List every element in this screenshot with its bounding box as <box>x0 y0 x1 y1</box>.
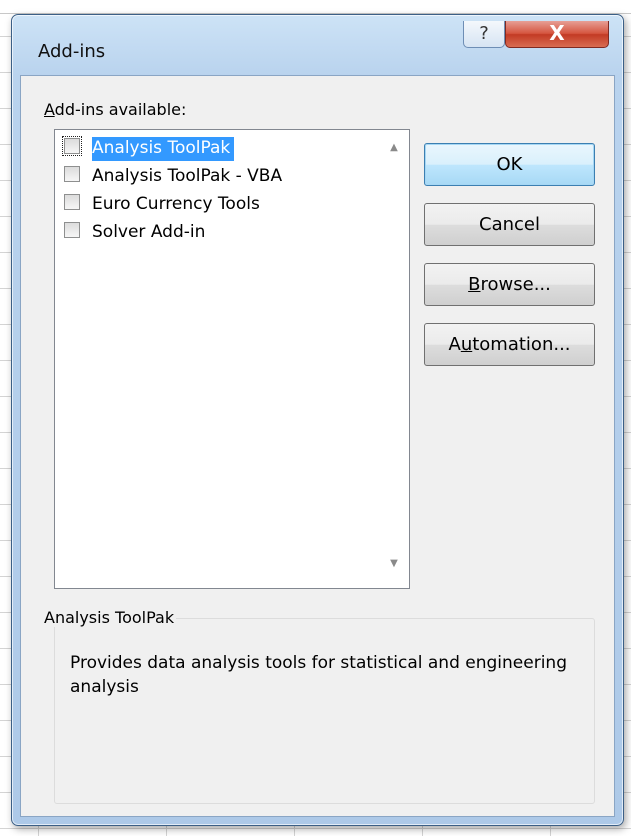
scroll-up-icon[interactable]: ▲ <box>385 142 403 156</box>
automation-accelerator: u <box>460 334 473 355</box>
scroll-down-icon[interactable]: ▼ <box>385 558 403 572</box>
help-button[interactable]: ? <box>463 21 505 48</box>
description-title: Analysis ToolPak <box>42 608 177 627</box>
solver-add-in-checkbox[interactable] <box>64 222 80 238</box>
browse-accelerator: B <box>468 274 481 295</box>
dialog-body: Add-ins available: Analysis ToolPak Anal… <box>20 75 615 817</box>
list-item-label: Analysis ToolPak <box>92 137 235 161</box>
list-item-label: Euro Currency Tools <box>92 194 260 214</box>
cancel-button[interactable]: Cancel <box>424 203 595 246</box>
list-item-analysis-toolpak-vba[interactable]: Analysis ToolPak - VBA <box>58 161 378 188</box>
close-icon: X <box>549 21 565 45</box>
help-icon: ? <box>479 23 489 44</box>
euro-currency-tools-checkbox[interactable] <box>64 194 80 210</box>
dialog-title: Add-ins <box>38 41 106 62</box>
label-text: dd-ins available: <box>54 100 187 119</box>
automation-button[interactable]: Automation... <box>424 323 595 366</box>
ok-button[interactable]: OK <box>424 143 595 186</box>
browse-label: rowse... <box>480 274 551 295</box>
add-ins-listbox[interactable]: Analysis ToolPak Analysis ToolPak - VBA … <box>54 129 410 589</box>
automation-label: tomation... <box>472 334 571 355</box>
close-button[interactable]: X <box>505 21 609 48</box>
list-item-label: Analysis ToolPak - VBA <box>92 166 283 186</box>
list-item-euro-currency-tools[interactable]: Euro Currency Tools <box>58 189 378 216</box>
label-accelerator: A <box>44 100 55 119</box>
analysis-toolpak-vba-checkbox[interactable] <box>64 166 80 182</box>
analysis-toolpak-checkbox[interactable] <box>62 136 82 156</box>
description-groupbox <box>54 618 595 804</box>
add-ins-available-label: Add-ins available: <box>44 100 186 119</box>
description-text: Provides data analysis tools for statist… <box>70 653 567 697</box>
add-ins-dialog: Add-ins ? X Add-ins available: Analysis … <box>11 14 624 826</box>
list-item-analysis-toolpak[interactable]: Analysis ToolPak <box>58 133 378 161</box>
automation-label-start: A <box>448 334 461 355</box>
title-bar[interactable]: Add-ins ? X <box>12 15 623 75</box>
browse-button[interactable]: Browse... <box>424 263 595 306</box>
spreadsheet-column-strip <box>0 0 631 14</box>
list-item-label: Solver Add-in <box>92 222 206 242</box>
list-item-solver-add-in[interactable]: Solver Add-in <box>58 217 378 244</box>
